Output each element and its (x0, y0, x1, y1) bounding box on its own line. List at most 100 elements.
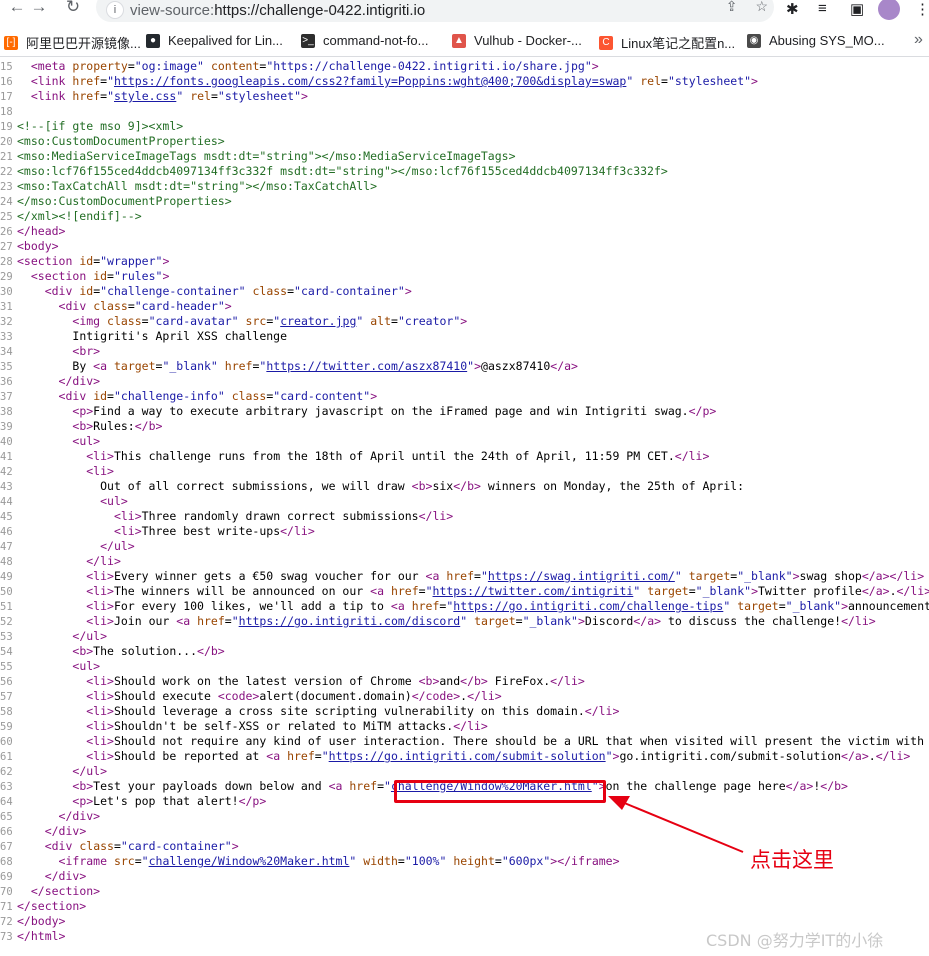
bookmark-item[interactable]: ◉ Abusing SYS_MO... (747, 33, 885, 48)
line-code: <li>This challenge runs from the 18th of… (86, 449, 710, 463)
line-code: <link href="https://fonts.googleapis.com… (30, 74, 758, 88)
line-code: <b>Rules:</b> (72, 419, 163, 433)
source-line: 33 Intigriti's April XSS challenge (0, 329, 929, 344)
source-link[interactable]: style.css (114, 89, 176, 103)
line-code: <div class="card-container"> (44, 839, 239, 853)
bookmark-label: Vulhub - Docker-... (474, 33, 582, 48)
avatar[interactable] (878, 0, 900, 20)
bookmark-label: command-not-fo... (323, 33, 429, 48)
bookmarks-overflow-icon[interactable]: » (914, 31, 923, 49)
line-number: 70 (0, 886, 13, 898)
source-line: 47 </ul> (0, 539, 929, 554)
line-code: <img class="card-avatar" src="creator.jp… (72, 314, 468, 328)
line-number: 60 (0, 736, 13, 748)
menu-icon[interactable]: ⋮ (915, 0, 929, 18)
source-line: 25 </xml><![endif]--> (0, 209, 929, 224)
line-number: 73 (0, 931, 13, 943)
source-link[interactable]: creator.jpg (280, 314, 356, 328)
forward-icon[interactable]: → (26, 0, 52, 16)
line-number: 27 (0, 241, 13, 253)
line-number: 45 (0, 511, 13, 523)
reload-icon[interactable]: ↻ (60, 0, 86, 16)
line-code: <body> (17, 239, 59, 253)
line-code: </ul> (72, 764, 108, 778)
source-link[interactable]: https://swag.intigriti.com/ (488, 569, 675, 583)
bookmark-item[interactable]: >_ command-not-fo... (301, 33, 429, 48)
line-number: 48 (0, 556, 13, 568)
source-link[interactable]: https://go.intigriti.com/challenge-tips (453, 599, 723, 613)
source-line: 38 <p>Find a way to execute arbitrary ja… (0, 404, 929, 419)
line-code: <meta property="og:image" content="https… (30, 59, 599, 73)
source-line: 42 <li> (0, 464, 929, 479)
line-number: 64 (0, 796, 13, 808)
source-link[interactable]: https://go.intigriti.com/submit-solution (329, 749, 606, 763)
line-code: </body> (17, 914, 66, 928)
line-code: <li>Should leverage a cross site scripti… (86, 704, 620, 718)
bookmark-label: Abusing SYS_MO... (769, 33, 885, 48)
bookmark-item[interactable]: [-] 阿里巴巴开源镜像... (4, 33, 141, 52)
source-link[interactable]: challenge/Window%20Maker.html (149, 854, 350, 868)
bookmark-item[interactable]: ▲ Vulhub - Docker-... (452, 33, 582, 48)
source-line: 61 <li>Should be reported at <a href="ht… (0, 749, 929, 764)
divider (0, 56, 929, 57)
line-number: 31 (0, 301, 13, 313)
reading-list-icon[interactable]: ≡ (818, 0, 827, 17)
source-line: 21 <mso:MediaServiceImageTags msdt:dt="st… (0, 149, 929, 164)
source-link[interactable]: https://go.intigriti.com/discord (239, 614, 461, 628)
line-number: 65 (0, 811, 13, 823)
source-line: 19 <!--[if gte mso 9]><xml> (0, 119, 929, 134)
github-icon: ● (146, 33, 160, 48)
side-panel-icon[interactable]: ▣ (850, 0, 864, 18)
line-number: 39 (0, 421, 13, 433)
source-line: 56 <li>Should work on the latest version… (0, 674, 929, 689)
source-line: 46 <li>Three best write-ups</li> (0, 524, 929, 539)
line-number: 32 (0, 316, 13, 328)
line-number: 25 (0, 211, 13, 223)
line-code: <li>Should not require any kind of user … (86, 734, 925, 748)
line-number: 57 (0, 691, 13, 703)
bookmarks-bar: [-] 阿里巴巴开源镜像... ● Keepalived for Lin... >_ co… (0, 29, 929, 55)
browser-toolbar: ← → ↻ i view-source:https://challenge-04… (0, 0, 929, 26)
line-number: 58 (0, 706, 13, 718)
source-link[interactable]: https://twitter.com/aszx87410 (266, 359, 467, 373)
source-line: 62 </ul> (0, 764, 929, 779)
aliyun-icon: [-] (4, 35, 18, 50)
source-link[interactable]: https://fonts.googleapis.com/css2?family… (114, 74, 626, 88)
source-line: 37 <div id="challenge-info" class="card-… (0, 389, 929, 404)
line-code: <p>Let's pop that alert!</p> (72, 794, 267, 808)
line-number: 61 (0, 751, 13, 763)
line-code: <li>Three best write-ups</li> (113, 524, 315, 538)
line-code: <section id="wrapper"> (17, 254, 170, 268)
line-code: <!--[if gte mso 9]><xml> (17, 119, 184, 133)
line-code: <li>The winners will be announced on our… (86, 584, 929, 598)
line-number: 66 (0, 826, 13, 838)
arrow-icon (608, 796, 744, 853)
line-code: <div class="card-header"> (58, 299, 232, 313)
url-text: view-source:https://challenge-0422.intig… (130, 2, 425, 19)
address-bar[interactable]: i view-source:https://challenge-0422.int… (96, 0, 774, 22)
line-number: 30 (0, 286, 13, 298)
source-line: 16 <link href="https://fonts.googleapis.… (0, 74, 929, 89)
source-line: 43 Out of all correct submissions, we wi… (0, 479, 929, 494)
share-icon[interactable]: ⇪ (726, 0, 738, 15)
source-line: 39 <b>Rules:</b> (0, 419, 929, 434)
line-number: 44 (0, 496, 13, 508)
line-code: </div> (58, 809, 101, 823)
vulhub-icon: ▲ (452, 33, 466, 48)
source-line: 65 </div> (0, 809, 929, 824)
extensions-icon[interactable]: ✱ (786, 0, 799, 18)
line-number: 52 (0, 616, 13, 628)
line-number: 63 (0, 781, 13, 793)
line-code: <li>Should execute <code>alert(document.… (86, 689, 502, 703)
star-icon[interactable]: ☆ (755, 0, 768, 15)
source-line: 29 <section id="rules"> (0, 269, 929, 284)
bookmark-item[interactable]: C Linux笔记之配置n... (599, 33, 735, 52)
source-link[interactable]: https://twitter.com/intigriti (433, 584, 634, 598)
info-icon[interactable]: i (106, 1, 124, 19)
line-number: 37 (0, 391, 13, 403)
source-line: 34 <br> (0, 344, 929, 359)
bookmark-item[interactable]: ● Keepalived for Lin... (146, 33, 283, 48)
url-scheme: view-source: (130, 1, 215, 19)
source-line: 20 <mso:CustomDocumentProperties> (0, 134, 929, 149)
source-line: 52 <li>Join our <a href="https://go.inti… (0, 614, 929, 629)
